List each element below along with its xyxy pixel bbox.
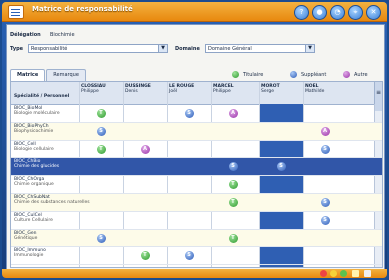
folder-icon[interactable]: [352, 270, 359, 277]
role-badge-suppleant[interactable]: S: [184, 109, 194, 118]
type-row: Type Responsabilité ▼ Domaine Domaine Gé…: [10, 44, 380, 54]
column-header-firstname: Philippe: [81, 89, 99, 94]
column-header[interactable]: LE ROUGE Joël: [169, 84, 194, 94]
delegation-value: Biochimie: [50, 32, 75, 38]
tab-bar: Matrice Remarque: [10, 69, 87, 82]
autre-icon: [343, 71, 350, 78]
table-row[interactable]: BIOC_ChBio Chimie des glucides: [11, 158, 382, 177]
row-name: Chimie des glucides: [14, 164, 60, 170]
delegation-row: Délégation Biochimie: [10, 30, 210, 40]
row-name: Chimie organique: [14, 182, 54, 188]
row-name: Immunologie: [14, 253, 44, 259]
column-header[interactable]: NOEL Mathilde: [305, 84, 324, 94]
row-code: BIOC_Gen: [14, 230, 37, 236]
role-badge-titulaire[interactable]: T: [228, 198, 238, 207]
first-column-header: Spécialité / Personnel: [14, 94, 70, 99]
role-badge-suppleant[interactable]: S: [96, 126, 106, 136]
domain-dropdown-icon[interactable]: ▼: [305, 45, 314, 52]
row-label: BIOC_BioMol Biologie moléculaire: [14, 106, 60, 116]
record-button[interactable]: ●: [312, 5, 327, 20]
domain-label: Domaine: [175, 46, 200, 52]
role-badge-suppleant[interactable]: S: [228, 162, 238, 172]
row-label: BIOC_ChOrga Chimie organique: [14, 177, 54, 187]
role-badge-titulaire[interactable]: T: [228, 180, 238, 190]
row-label: BIOC_Immuno Immunologie: [14, 248, 46, 258]
legend-suppleant-label: Suppléant: [301, 72, 327, 78]
suppleant-icon: [290, 71, 297, 78]
delegation-label: Délégation: [10, 32, 41, 38]
status-green-icon[interactable]: [340, 270, 347, 277]
window-controls: ? ● ◔ ⌖ ✕: [294, 5, 381, 20]
row-name: Biophysicochimie: [14, 128, 54, 134]
role-badge-autre[interactable]: A: [140, 144, 150, 154]
status-bar: [2, 269, 387, 278]
role-badge-titulaire[interactable]: T: [228, 233, 238, 243]
table-row[interactable]: BIOC_Gen Génétique: [11, 229, 382, 248]
title-bar: Matrice de responsabilité ? ● ◔ ⌖ ✕: [2, 2, 387, 22]
role-badge-suppleant[interactable]: S: [320, 198, 330, 207]
matrix-app-icon: [8, 5, 24, 19]
type-value: Responsabilité: [31, 46, 68, 52]
column-header-firstname: Joël: [169, 89, 178, 94]
row-code: BIOC_Cell: [14, 141, 36, 147]
domain-select[interactable]: Domaine Général ▼: [205, 44, 315, 53]
role-badge-suppleant[interactable]: S: [320, 144, 330, 154]
legend-autre-label: Autre: [354, 72, 368, 78]
column-header-firstname: Mathilde: [305, 89, 325, 94]
titulaire-icon: [232, 71, 239, 78]
responsibility-matrix: Spécialité / Personnel CLOSSIAU Philippe D…: [10, 81, 383, 268]
domain-value: Domaine Général: [208, 46, 252, 52]
matrix-header: Spécialité / Personnel CLOSSIAU Philippe D…: [11, 82, 382, 105]
row-label: BIOC_ChSubNat Chimie des substances natur…: [14, 195, 90, 205]
role-badge-autre[interactable]: A: [228, 109, 238, 118]
type-select[interactable]: Responsabilité ▼: [28, 44, 168, 53]
role-badge-titulaire[interactable]: T: [96, 144, 106, 154]
column-header-firstname: Philippe: [213, 89, 231, 94]
column-header[interactable]: CLOSSIAU Philippe: [81, 84, 106, 94]
window-title: Matrice de responsabilité: [32, 5, 133, 13]
type-dropdown-icon[interactable]: ▼: [158, 45, 167, 52]
row-label: BIOC_BioPhyCh Biophysicochimie: [14, 124, 53, 134]
pie-button[interactable]: ◔: [330, 5, 345, 20]
column-header[interactable]: DUSSINGE Denis: [125, 84, 151, 94]
row-name: Culture Cellulaire: [14, 217, 53, 223]
column-header-firstname: Serge: [261, 89, 275, 94]
column-header[interactable]: MOROT Serge: [261, 84, 280, 94]
table-row[interactable]: BIOC_ChOrga Chimie organique: [11, 176, 382, 194]
status-red-icon[interactable]: [320, 270, 327, 277]
grid-menu-icon[interactable]: ≡: [374, 82, 382, 104]
table-row[interactable]: BIOC_Immuno Immunologie: [11, 247, 382, 266]
table-row[interactable]: BIOC_BioMol Biologie moléculaire: [11, 105, 382, 123]
role-badge-suppleant[interactable]: S: [320, 215, 330, 225]
main-panel: Délégation Biochimie Type Responsabilité…: [6, 24, 385, 270]
row-name: Génétique: [14, 235, 38, 241]
row-label: BIOC_Cell Biologie cellulaire: [14, 142, 54, 152]
role-badge-autre[interactable]: A: [320, 126, 330, 136]
locate-button[interactable]: ⌖: [348, 5, 363, 20]
role-badge-suppleant[interactable]: S: [96, 233, 106, 243]
row-name: Biologie cellulaire: [14, 146, 54, 152]
print-icon[interactable]: [364, 270, 371, 277]
help-button[interactable]: ?: [294, 5, 309, 20]
column-header[interactable]: MARCEL Philippe: [213, 84, 234, 94]
row-label: BIOC_ChBio Chimie des glucides: [14, 159, 59, 169]
row-label: BIOC_Gen Génétique: [14, 231, 37, 241]
tab-remarque[interactable]: Remarque: [46, 69, 86, 81]
role-badge-titulaire[interactable]: T: [140, 251, 150, 261]
legend-titulaire-label: Titulaire: [243, 72, 264, 78]
status-yellow-icon[interactable]: [330, 270, 337, 277]
role-badge-suppleant[interactable]: S: [276, 162, 286, 172]
role-badge-titulaire[interactable]: T: [96, 109, 106, 118]
row-name: Biologie moléculaire: [14, 111, 60, 116]
close-button[interactable]: ✕: [366, 5, 381, 20]
role-badge-suppleant[interactable]: S: [184, 251, 194, 261]
column-header-firstname: Denis: [125, 89, 138, 94]
row-label: BIOC_CulCel Culture Cellulaire: [14, 213, 53, 223]
app-window: Matrice de responsabilité ? ● ◔ ⌖ ✕ Délé…: [2, 2, 387, 278]
row-name: Chimie des substances naturelles: [14, 200, 90, 205]
